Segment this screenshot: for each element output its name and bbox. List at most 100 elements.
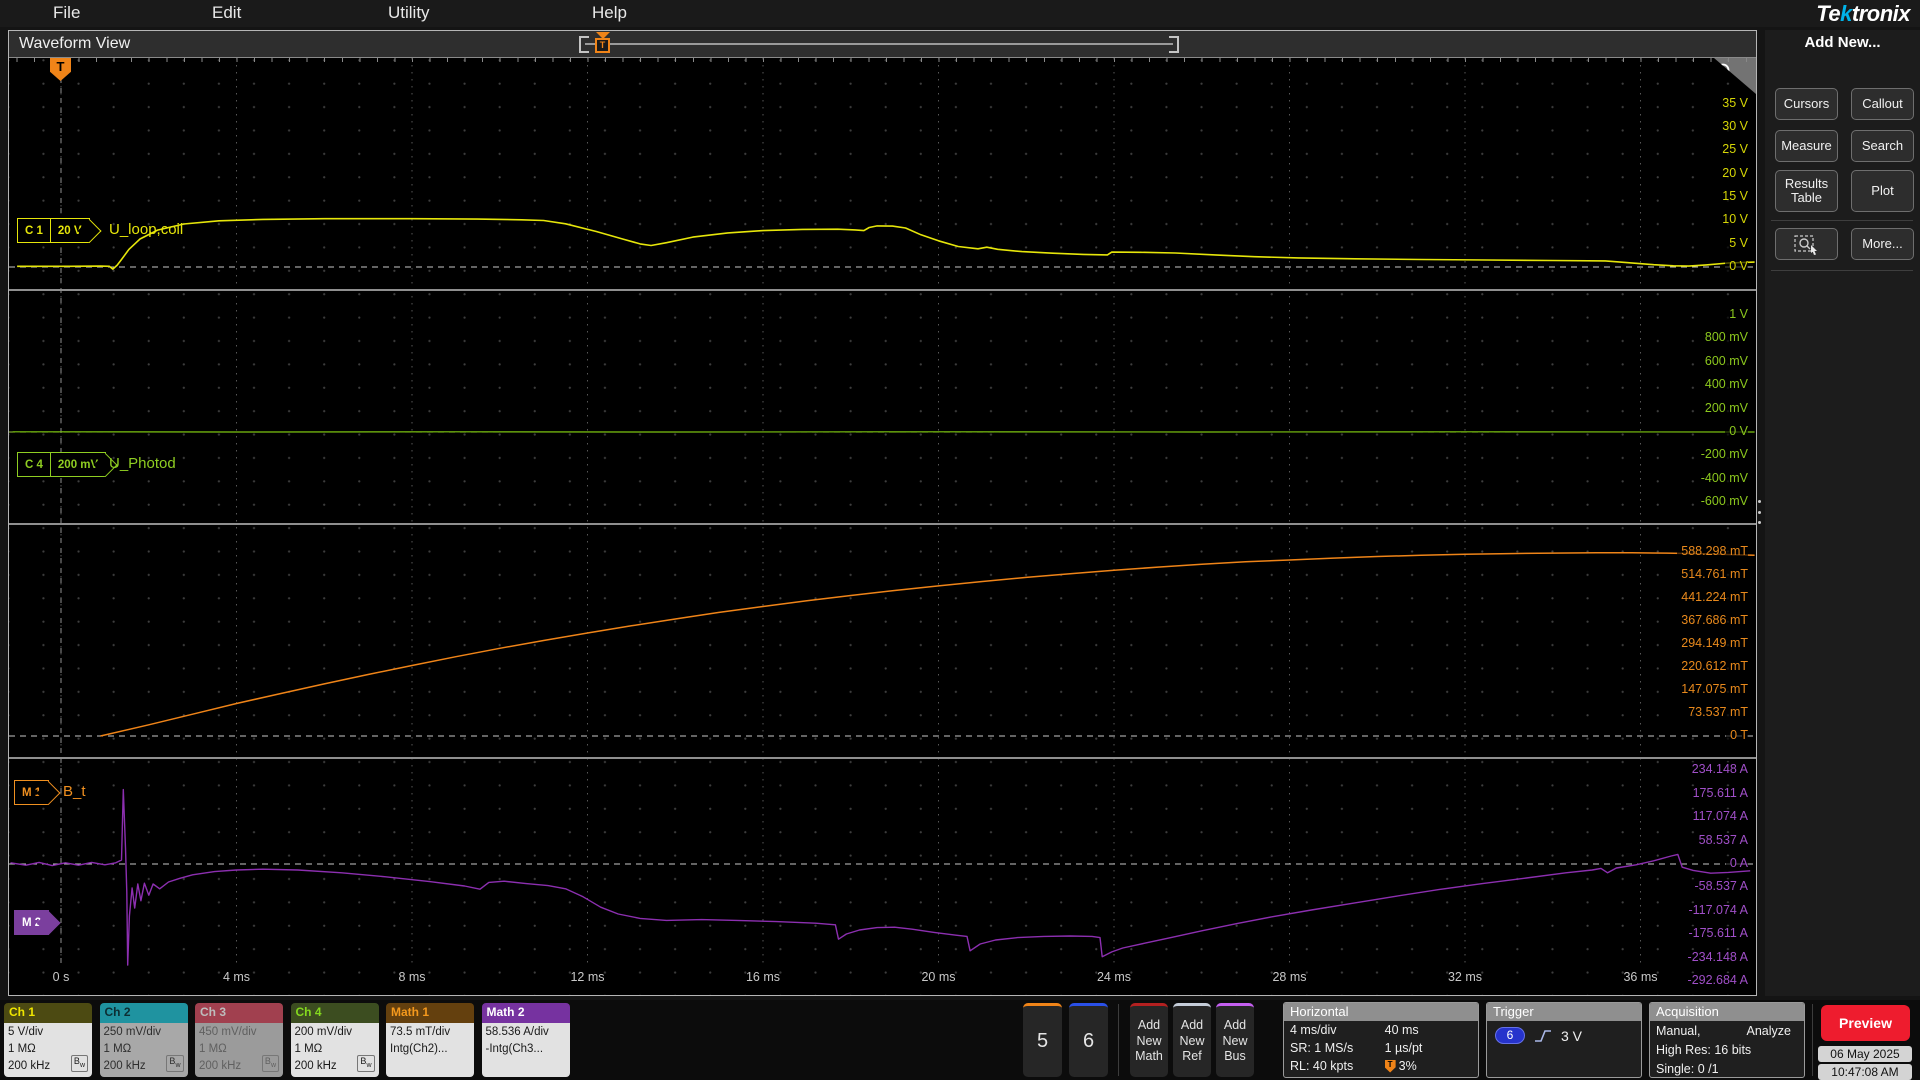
y-axis-label: 175.611 A xyxy=(1688,785,1748,800)
x-axis-label: 8 ms xyxy=(398,970,426,984)
channel-badge-name: C 1 xyxy=(25,224,43,237)
channel-badge-row: 73.5 mT/div xyxy=(390,1024,470,1041)
add-new-ref-button[interactable]: Add New Ref xyxy=(1173,1003,1211,1077)
channel-badge-m1[interactable]: M 1 xyxy=(14,780,50,805)
channel-setting: 200 kHz xyxy=(103,1060,146,1072)
tektronix-logo: Tektronix xyxy=(1816,1,1910,26)
cursors-button[interactable]: Cursors xyxy=(1775,88,1838,120)
zoom-select-button[interactable] xyxy=(1775,228,1838,260)
y-axis-label: 73.537 mT xyxy=(1684,705,1748,720)
channel-setup-badge-ch3[interactable]: Ch 3 450 mV/div 1 MΩ 200 kHz Bw xyxy=(195,1003,283,1077)
channel-setup-badge-ch1[interactable]: Ch 1 5 V/div 1 MΩ 200 kHz Bw xyxy=(4,1003,92,1077)
bandwidth-limit-icon: Bw xyxy=(357,1055,375,1072)
channel-setting: -Intg(Ch3... xyxy=(485,1043,544,1055)
callout-button[interactable]: Callout xyxy=(1851,88,1914,120)
panel-splitter-grip[interactable] xyxy=(1756,500,1762,524)
plot-button[interactable]: Plot xyxy=(1851,170,1914,212)
record-trigger-position-icon[interactable]: T xyxy=(595,32,611,55)
y-axis-label: 234.148 A xyxy=(1687,762,1748,777)
channel-setting: Intg(Ch2)... xyxy=(390,1043,448,1055)
horizontal-value: 4 ms/div xyxy=(1290,1023,1337,1037)
record-view-scrollbar[interactable]: T xyxy=(579,32,1179,55)
channel-setting: 73.5 mT/div xyxy=(390,1026,451,1038)
acquisition-row: Single: 0 /1 xyxy=(1650,1059,1804,1077)
acquisition-panel[interactable]: Acquisition Manual, Analyze High Res: 16 b… xyxy=(1649,1002,1805,1078)
channel-label-m1: B_t xyxy=(63,783,86,800)
add-new-bus-button[interactable]: Add New Bus xyxy=(1216,1003,1254,1077)
horizontal-title: Horizontal xyxy=(1284,1003,1478,1021)
bottom-bar: Ch 15 V/div 1 MΩ 200 kHz Bw Ch 2 250 mV/div 1 … xyxy=(0,1000,1920,1080)
y-axis-label: 400 mV xyxy=(1700,377,1748,392)
acquisition-value: Manual, xyxy=(1656,1023,1701,1038)
menu-item-utility[interactable]: Utility xyxy=(388,3,430,23)
channel-badge-body: 73.5 mT/div Intg(Ch2)... xyxy=(386,1023,474,1077)
y-axis-label: -58.537 A xyxy=(1690,879,1748,894)
channel-badge-name: M 1 xyxy=(22,786,42,799)
channel-setting: 5 V/div xyxy=(8,1026,44,1038)
horizontal-value: 40 ms xyxy=(1384,1023,1419,1037)
y-axis-label: 58.537 A xyxy=(1694,832,1748,847)
separator xyxy=(1771,270,1913,271)
channel-setting: 250 mV/div xyxy=(103,1026,162,1038)
channel-badge-body: 450 mV/div 1 MΩ 200 kHz Bw xyxy=(195,1023,283,1077)
channel-badge-c1[interactable]: C 1 20 V xyxy=(17,218,90,243)
channel-badge-scale: 200 mV xyxy=(49,453,105,476)
y-axis-label: 200 mV xyxy=(1700,400,1748,415)
waveform-plot[interactable]: 0 s 4 ms 8 ms 12 ms 16 ms 20 ms 24 ms 28 ms 32 m… xyxy=(9,58,1756,995)
channel-badge-row: 200 mV/div xyxy=(295,1024,375,1041)
channel-badge-row: 5 V/div xyxy=(8,1024,88,1041)
x-axis-label: 12 ms xyxy=(570,970,605,984)
channel-5-button[interactable]: 5 xyxy=(1023,1003,1062,1077)
channel-badge-row: -Intg(Ch3... xyxy=(486,1041,566,1058)
channel-6-button[interactable]: 6 xyxy=(1069,1003,1108,1077)
y-axis-label: -175.611 A xyxy=(1684,926,1748,941)
channel-setting: 200 kHz xyxy=(294,1060,337,1072)
y-axis-label: 35 V xyxy=(1718,95,1748,110)
x-axis-label: 4 ms xyxy=(222,970,251,984)
channel-badge-scale: 20 V xyxy=(49,219,89,242)
x-axis-label: 36 ms xyxy=(1623,970,1658,984)
x-axis-label: 32 ms xyxy=(1447,970,1483,984)
results-table-button[interactable]: Results Table xyxy=(1775,170,1838,212)
channel-setup-badge-ch2[interactable]: Ch 2 250 mV/div 1 MΩ 200 kHz Bw xyxy=(99,1003,188,1077)
x-axis-label: 20 ms xyxy=(921,970,956,984)
y-axis-label: 441.224 mT xyxy=(1677,590,1748,605)
trace-ch1 xyxy=(17,217,1755,270)
channel-setup-badge-math2[interactable]: Math 2 58.536 A/div -Intg(Ch3... xyxy=(481,1003,570,1077)
y-axis-label: 25 V xyxy=(1718,142,1748,157)
channel-badge-body: 58.536 A/div -Intg(Ch3... xyxy=(481,1023,570,1077)
y-axis-label: 0 V xyxy=(1725,424,1748,438)
measure-button[interactable]: Measure xyxy=(1775,130,1838,162)
y-axis-label: 5 V xyxy=(1725,235,1748,250)
channel-setting: 1 MΩ xyxy=(103,1043,132,1055)
add-new-math-button[interactable]: Add New Math xyxy=(1130,1003,1168,1077)
horizontal-row: 4 ms/div 40 ms xyxy=(1284,1021,1478,1039)
y-axis-label: 0 V xyxy=(1725,259,1748,273)
trigger-title: Trigger xyxy=(1487,1003,1641,1021)
acquisition-row: Manual, Analyze xyxy=(1650,1021,1804,1040)
channel-setup-badge-ch4[interactable]: Ch 4 200 mV/div 1 MΩ 200 kHz Bw xyxy=(290,1003,379,1077)
trigger-panel[interactable]: Trigger 6 3 V xyxy=(1486,1002,1642,1078)
waveform-view-title: Waveform View xyxy=(19,35,131,52)
channel-badge-row: 200 kHz Bw xyxy=(8,1055,88,1075)
menu-item-edit[interactable]: Edit xyxy=(212,3,241,23)
channel-badge-body: 200 mV/div 1 MΩ 200 kHz Bw xyxy=(290,1023,379,1077)
channel-badge-title: Ch 2 xyxy=(99,1003,188,1023)
horizontal-panel[interactable]: Horizontal 4 ms/div 40 ms SR: 1 MS/s 1 µs/p… xyxy=(1283,1002,1479,1078)
channel-badge-m2[interactable]: M 2 xyxy=(14,910,50,935)
more-button[interactable]: More... xyxy=(1851,228,1914,260)
channel-badge-c4[interactable]: C 4 200 mV xyxy=(17,452,107,477)
bandwidth-limit-icon: Bw xyxy=(261,1055,279,1072)
trigger-position-icon: T xyxy=(1384,1059,1396,1073)
menu-item-file[interactable]: File xyxy=(53,3,80,23)
menu-item-help[interactable]: Help xyxy=(592,3,627,23)
add-new-header: Add New... xyxy=(1804,34,1881,51)
channel-setup-badge-math1[interactable]: Math 1 73.5 mT/div Intg(Ch2)... xyxy=(386,1003,474,1077)
channel-setting: 450 mV/div xyxy=(199,1026,257,1038)
search-button[interactable]: Search xyxy=(1851,130,1914,162)
x-axis-label: 24 ms xyxy=(1096,970,1132,984)
horizontal-value: SR: 1 MS/s xyxy=(1290,1041,1354,1055)
acquisition-value: High Res: 16 bits xyxy=(1656,1042,1752,1057)
preview-button[interactable]: Preview xyxy=(1821,1005,1910,1041)
horizontal-row: SR: 1 MS/s 1 µs/pt xyxy=(1284,1039,1478,1057)
